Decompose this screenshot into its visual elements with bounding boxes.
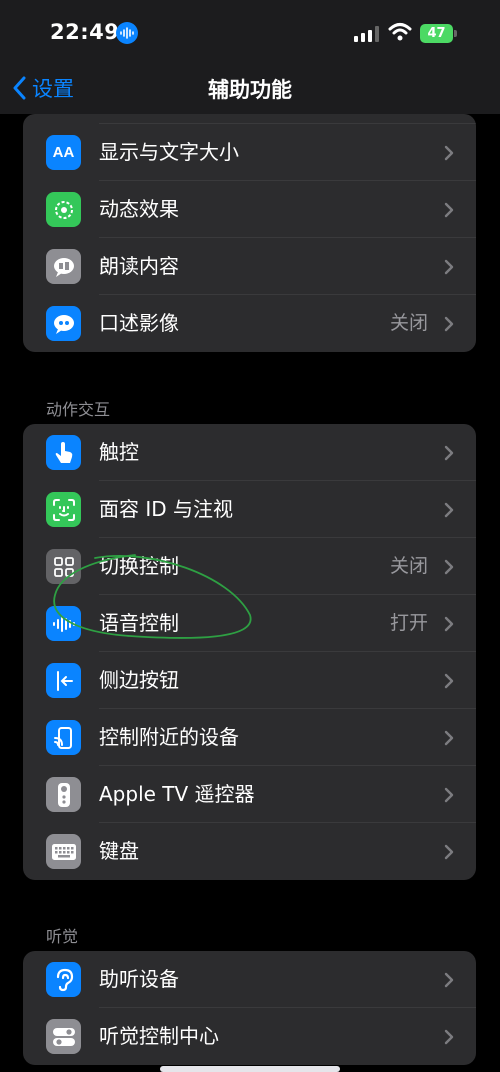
section-header-motion: 动作交互 bbox=[46, 400, 111, 419]
list-item-text-size[interactable]: AA 显示与文字大小 bbox=[23, 124, 476, 181]
motion-interaction-group: 触控面容 ID 与注视 切换控制 关闭语音控制 打开侧边按钮控制附近的设备 Apple … bbox=[23, 424, 476, 880]
vision-settings-group: AA 显示与文字大小 动态效果朗读内容口述影像 关闭 bbox=[23, 114, 476, 352]
list-item-label: 听觉控制中心 bbox=[99, 1024, 219, 1048]
list-item-switch-grid[interactable]: 切换控制 关闭 bbox=[23, 538, 476, 595]
page-title: 辅助功能 bbox=[208, 78, 292, 102]
section-header-hearing: 听觉 bbox=[46, 927, 79, 946]
face-id-icon bbox=[46, 492, 81, 527]
list-item-audio-description[interactable]: 口述影像 关闭 bbox=[23, 295, 476, 352]
list-item-label: 键盘 bbox=[99, 839, 139, 863]
chevron-right-icon bbox=[444, 445, 454, 461]
ear-icon bbox=[46, 962, 81, 997]
list-item-label: 助听设备 bbox=[99, 967, 179, 991]
nearby-device-icon bbox=[46, 720, 81, 755]
chevron-right-icon bbox=[444, 844, 454, 860]
audio-description-icon bbox=[46, 306, 81, 341]
hearing-settings-group: 助听设备听觉控制中心 bbox=[23, 951, 476, 1065]
switch-grid-icon bbox=[46, 549, 81, 584]
wifi-icon bbox=[388, 23, 412, 41]
list-item-side-button[interactable]: 侧边按钮 bbox=[23, 652, 476, 709]
status-bar: 22:49 47 bbox=[0, 0, 500, 62]
list-item-speech-bubble[interactable]: 朗读内容 bbox=[23, 238, 476, 295]
battery-icon: 47 bbox=[420, 24, 458, 43]
list-item-label: 切换控制 bbox=[99, 554, 179, 578]
chevron-right-icon bbox=[444, 316, 454, 332]
motion-icon bbox=[46, 192, 81, 227]
battery-level: 47 bbox=[420, 24, 453, 43]
side-button-icon bbox=[46, 663, 81, 698]
list-item-value: 打开 bbox=[389, 612, 428, 634]
list-item-label: 动态效果 bbox=[99, 197, 179, 221]
list-item-label: 侧边按钮 bbox=[99, 668, 179, 692]
remote-icon bbox=[46, 777, 81, 812]
hand-touch-icon bbox=[46, 435, 81, 470]
text-size-icon: AA bbox=[46, 135, 81, 170]
cellular-signal-icon bbox=[354, 26, 379, 42]
chevron-right-icon bbox=[444, 673, 454, 689]
chevron-right-icon bbox=[444, 616, 454, 632]
chevron-right-icon bbox=[444, 730, 454, 746]
list-item-remote[interactable]: Apple TV 遥控器 bbox=[23, 766, 476, 823]
status-time: 22:49 bbox=[50, 20, 120, 44]
list-item-value: 关闭 bbox=[389, 555, 428, 577]
speech-bubble-icon bbox=[46, 249, 81, 284]
keyboard-icon bbox=[46, 834, 81, 869]
chevron-right-icon bbox=[444, 502, 454, 518]
voice-waveform-icon bbox=[46, 606, 81, 641]
list-item-ear[interactable]: 助听设备 bbox=[23, 951, 476, 1008]
chevron-right-icon bbox=[444, 1029, 454, 1045]
list-item-keyboard[interactable]: 键盘 bbox=[23, 823, 476, 880]
list-item-label: 语音控制 bbox=[99, 611, 179, 635]
list-item-label: 触控 bbox=[99, 440, 139, 464]
list-item-label: 面容 ID 与注视 bbox=[99, 497, 234, 521]
list-item-face-id[interactable]: 面容 ID 与注视 bbox=[23, 481, 476, 538]
chevron-right-icon bbox=[444, 787, 454, 803]
list-item-label: 显示与文字大小 bbox=[99, 140, 239, 164]
home-indicator bbox=[160, 1066, 340, 1072]
list-item-toggles[interactable]: 听觉控制中心 bbox=[23, 1008, 476, 1065]
list-item-label: Apple TV 遥控器 bbox=[99, 782, 255, 806]
list-item-label: 朗读内容 bbox=[99, 254, 179, 278]
voice-control-indicator-icon bbox=[116, 22, 138, 44]
list-item-motion[interactable]: 动态效果 bbox=[23, 181, 476, 238]
list-item-label: 控制附近的设备 bbox=[99, 725, 239, 749]
navigation-bar: 设置 辅助功能 bbox=[0, 62, 500, 114]
list-item-label: 口述影像 bbox=[99, 311, 179, 335]
toggles-icon bbox=[46, 1019, 81, 1054]
list-item-hand-touch[interactable]: 触控 bbox=[23, 424, 476, 481]
chevron-right-icon bbox=[444, 559, 454, 575]
list-item-voice-waveform[interactable]: 语音控制 打开 bbox=[23, 595, 476, 652]
chevron-right-icon bbox=[444, 972, 454, 988]
list-item-nearby-device[interactable]: 控制附近的设备 bbox=[23, 709, 476, 766]
list-item-value: 关闭 bbox=[389, 312, 428, 334]
chevron-right-icon bbox=[444, 259, 454, 275]
chevron-right-icon bbox=[444, 145, 454, 161]
chevron-right-icon bbox=[444, 202, 454, 218]
